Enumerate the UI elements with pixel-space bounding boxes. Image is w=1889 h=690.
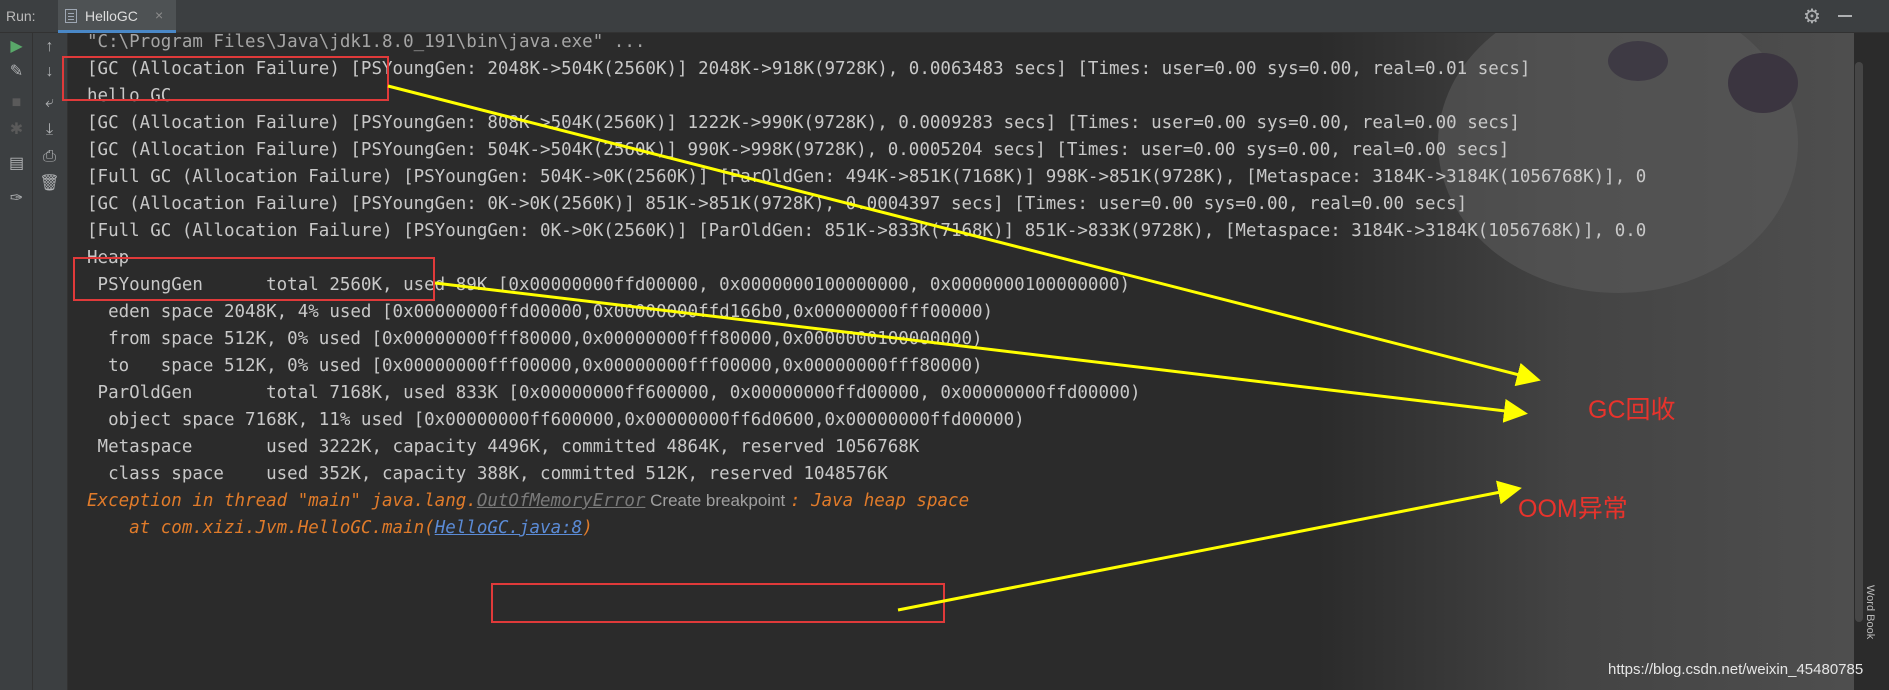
gc-annotation-label: GC回收 — [1588, 396, 1676, 424]
annotation-arrows — [387, 84, 1541, 612]
watermark: https://blog.csdn.net/weixin_45480785 — [1608, 661, 1864, 678]
oom-annotation-label: OOM异常 — [1518, 495, 1628, 523]
